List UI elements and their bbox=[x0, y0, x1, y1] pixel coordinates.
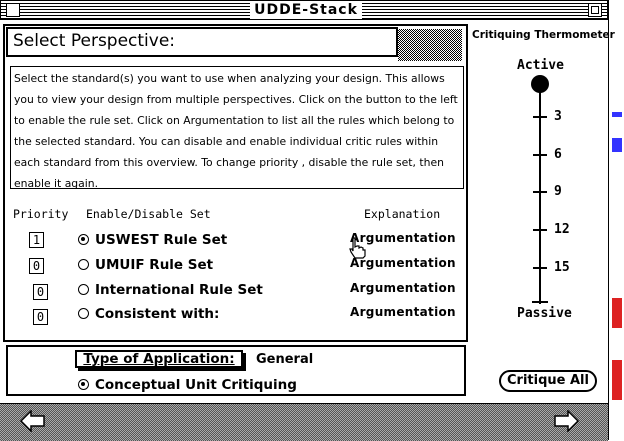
priority-field[interactable]: 0 bbox=[33, 284, 48, 300]
zoom-box-inner bbox=[591, 6, 599, 14]
rule-umuif[interactable]: UMUIF Rule Set bbox=[78, 257, 213, 273]
desktop-edge-mark bbox=[612, 298, 622, 328]
application-type-value: General bbox=[256, 352, 314, 367]
critique-all-button[interactable]: Critique All bbox=[499, 370, 597, 392]
thermometer-tick bbox=[533, 267, 547, 269]
priority-header: Priority bbox=[13, 207, 69, 221]
tick-label: 6 bbox=[554, 147, 562, 162]
tick-label: 9 bbox=[554, 184, 562, 199]
thermometer-tick bbox=[533, 191, 547, 193]
thermometer-tick bbox=[533, 116, 547, 118]
left-arrow-icon[interactable] bbox=[20, 410, 46, 432]
thermometer-base bbox=[532, 301, 548, 303]
rule-label: Consistent with: bbox=[95, 306, 220, 322]
page-title: Select Perspective: bbox=[13, 31, 176, 51]
radio-icon bbox=[78, 308, 89, 319]
radio-icon bbox=[78, 284, 89, 295]
radio-selected-icon bbox=[78, 234, 89, 245]
thermometer-indicator[interactable] bbox=[531, 75, 549, 93]
argumentation-link[interactable]: Argumentation bbox=[350, 281, 456, 295]
desktop-edge-mark bbox=[612, 360, 622, 400]
explanation-header: Explanation bbox=[364, 207, 441, 221]
priority-field[interactable]: 1 bbox=[29, 232, 44, 248]
instructions-text: Select the standard(s) you want to use w… bbox=[14, 72, 458, 190]
tick-label: 15 bbox=[554, 260, 570, 275]
priority-field[interactable]: 0 bbox=[29, 258, 44, 274]
argumentation-link[interactable]: Argumentation bbox=[350, 305, 456, 319]
rule-label: International Rule Set bbox=[95, 282, 263, 298]
application-type-button[interactable]: Type of Application: bbox=[75, 350, 243, 368]
zoom-box-icon[interactable] bbox=[588, 3, 602, 17]
thermometer-tick bbox=[533, 229, 547, 231]
hand-pointer-icon bbox=[349, 237, 366, 259]
rule-uswest[interactable]: USWEST Rule Set bbox=[78, 232, 227, 248]
desktop-edge-mark bbox=[612, 112, 622, 117]
priority-field[interactable]: 0 bbox=[33, 309, 48, 325]
desktop-edge-mark bbox=[612, 138, 622, 152]
enable-header: Enable/Disable Set bbox=[86, 207, 211, 221]
radio-selected-icon bbox=[78, 379, 89, 390]
passive-label: Passive bbox=[517, 306, 572, 321]
radio-icon bbox=[78, 259, 89, 270]
rule-label: UMUIF Rule Set bbox=[95, 257, 214, 273]
rule-consistent[interactable]: Consistent with: bbox=[78, 306, 219, 322]
active-label: Active bbox=[517, 58, 564, 73]
rule-international[interactable]: International Rule Set bbox=[78, 282, 263, 298]
right-arrow-icon[interactable] bbox=[553, 410, 579, 432]
perspective-header-pattern bbox=[398, 29, 462, 61]
conceptual-unit-option[interactable]: Conceptual Unit Critiquing bbox=[78, 377, 297, 393]
window-title: UDDE-Stack bbox=[250, 1, 362, 19]
close-box-icon[interactable] bbox=[6, 3, 20, 17]
thermometer-tick bbox=[533, 154, 547, 156]
tick-label: 12 bbox=[554, 222, 570, 237]
navigation-bar bbox=[0, 403, 608, 441]
tick-label: 3 bbox=[554, 109, 562, 124]
option-label: Conceptual Unit Critiquing bbox=[95, 377, 297, 393]
rule-label: USWEST Rule Set bbox=[95, 232, 228, 248]
thermometer-title: Critiquing Thermometer bbox=[472, 29, 615, 41]
